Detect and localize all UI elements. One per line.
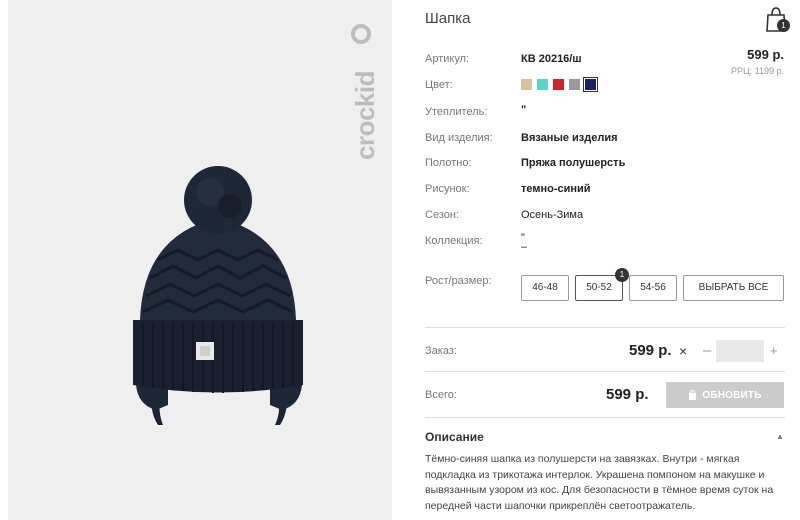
product-title: Шапка — [425, 10, 471, 27]
divider — [425, 327, 785, 328]
type-value: Вязаные изделия — [521, 132, 618, 144]
article-label: Артикул: — [425, 53, 470, 65]
bag-icon — [689, 390, 697, 400]
update-button[interactable]: ОБНОВИТЬ — [666, 382, 784, 408]
color-label: Цвет: — [425, 79, 453, 91]
select-all-button[interactable]: ВЫБРАТЬ ВСЕ — [683, 275, 784, 301]
type-label: Вид изделия: — [425, 132, 493, 144]
color-swatch[interactable] — [521, 79, 532, 90]
season-label: Сезон: — [425, 209, 459, 221]
product-photo[interactable]: crockid — [8, 0, 392, 520]
increment-button[interactable]: + — [770, 343, 778, 358]
color-swatch[interactable] — [569, 79, 580, 90]
insulation-label: Утеплитель: — [425, 106, 488, 118]
divider — [425, 371, 785, 372]
color-swatch[interactable] — [553, 79, 564, 90]
color-swatches — [521, 77, 598, 92]
hat-image — [133, 166, 303, 425]
collection-value-2: – — [521, 241, 528, 253]
brand-logo: crockid — [350, 24, 380, 160]
order-label: Заказ: — [425, 345, 457, 357]
pattern-label: Рисунок: — [425, 183, 470, 195]
fabric-label: Полотно: — [425, 157, 472, 169]
size-option-54-56[interactable]: 54-56 — [629, 275, 677, 301]
product-price: 599 р. — [747, 47, 784, 62]
remove-icon[interactable]: × — [679, 343, 687, 359]
size-option-46-48[interactable]: 46-48 — [521, 275, 569, 301]
article-value: КВ 20216/ш — [521, 53, 582, 65]
description-text: Тёмно-синяя шапка из полушерсти на завяз… — [425, 453, 774, 512]
svg-text:crockid: crockid — [350, 71, 380, 160]
season-value: Осень-Зима — [521, 209, 584, 221]
total-label: Всего: — [425, 389, 457, 401]
decrement-button[interactable]: – — [703, 342, 711, 359]
color-swatch[interactable] — [583, 77, 598, 92]
fabric-value: Пряжа полушерсть — [521, 157, 626, 169]
pattern-value: темно-синий — [521, 183, 591, 195]
collapse-arrow-icon[interactable]: ▲ — [776, 432, 784, 441]
description-title[interactable]: Описание — [425, 430, 484, 444]
cart-count-badge: 1 — [777, 19, 790, 32]
total-price: 599 р. — [606, 386, 649, 403]
color-swatch[interactable] — [537, 79, 548, 90]
collection-label: Коллекция: — [425, 235, 483, 247]
size-label: Рост/размер: — [425, 275, 492, 287]
update-button-label: ОБНОВИТЬ — [702, 389, 762, 401]
insulation-value: " — [521, 104, 527, 116]
divider — [425, 417, 785, 418]
order-price: 599 р. — [629, 342, 672, 359]
quantity-input[interactable] — [716, 340, 764, 362]
size-selected-badge: 1 — [615, 268, 629, 282]
rrp-price: РРЦ: 1199 р. — [730, 66, 784, 76]
